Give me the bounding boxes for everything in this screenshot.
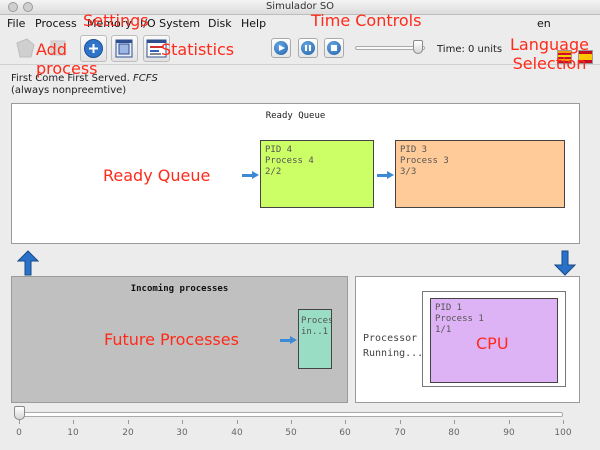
- incoming-process-card[interactable]: Process 1 in..1: [298, 309, 332, 369]
- menu-io-system[interactable]: I/O System: [140, 17, 200, 30]
- card-pid: PID 1: [435, 303, 463, 313]
- settings-icon: [16, 38, 35, 58]
- pause-button[interactable]: [298, 38, 318, 58]
- ready-queue-title: Ready Queue: [265, 111, 326, 121]
- card-progress: 3/3: [400, 167, 417, 177]
- timeline-tick-label: 10: [67, 428, 79, 438]
- play-button[interactable]: [271, 38, 291, 58]
- annotation-future-processes: Future Processes: [104, 330, 239, 349]
- timeline-slider-track[interactable]: [19, 412, 563, 417]
- timeline-tick: [73, 420, 74, 424]
- play-icon: [274, 41, 288, 55]
- memory-button[interactable]: [111, 35, 138, 62]
- processor-status: Running...: [363, 348, 424, 359]
- annotation-language-line2: Selection: [512, 54, 587, 73]
- arrow-right-icon: [280, 336, 298, 344]
- annotation-add-process-line2: process: [36, 59, 98, 78]
- annotation-ready-queue: Ready Queue: [103, 166, 211, 185]
- timeline-tick-label: 70: [394, 428, 406, 438]
- timeline-tick: [182, 420, 183, 424]
- annotation-cpu: CPU: [476, 334, 509, 353]
- timeline-tick-label: 80: [448, 428, 460, 438]
- annotation-add-process-line1: Add: [36, 40, 67, 59]
- timeline-tick: [345, 420, 346, 424]
- simulator-window: Simulador SO File Process Memory I/O Sys…: [0, 0, 600, 450]
- annotation-settings: Settings: [83, 11, 149, 30]
- stop-icon: [327, 41, 341, 55]
- card-name: Process 4: [265, 156, 314, 166]
- timeline-tick-label: 40: [231, 428, 243, 438]
- card-progress: 2/2: [265, 167, 282, 177]
- arrow-right-icon: [377, 171, 395, 179]
- algorithm-abbr: FCFS: [133, 73, 158, 84]
- pause-icon: [301, 41, 315, 55]
- card-pid: PID 4: [265, 145, 293, 155]
- timeline-tick: [291, 420, 292, 424]
- speed-slider-thumb[interactable]: [413, 40, 423, 54]
- annotation-add-process: Add process: [36, 40, 97, 78]
- ready-process-card[interactable]: PID 4 Process 4 2/2: [260, 140, 374, 208]
- annotation-language-selection: Language Selection: [510, 35, 589, 73]
- timeline-tick-label: 50: [285, 428, 297, 438]
- timeline-tick: [128, 420, 129, 424]
- timeline-tick: [400, 420, 401, 424]
- settings-button[interactable]: [12, 35, 39, 62]
- timeline-tick-label: 90: [503, 428, 515, 438]
- timeline-slider-thumb[interactable]: [14, 406, 25, 420]
- language-code: en: [537, 17, 551, 30]
- card-name: Process 3: [400, 156, 449, 166]
- processor-label: Processor Running...: [363, 331, 423, 361]
- card-name: Process 1: [301, 316, 331, 326]
- menu-disk[interactable]: Disk: [208, 17, 232, 30]
- menu-help[interactable]: Help: [241, 17, 266, 30]
- timeline-tick: [19, 420, 20, 424]
- processor-label-line1: Processor: [363, 333, 418, 344]
- timeline-tick-label: 100: [554, 428, 572, 438]
- annotation-language-line1: Language: [510, 35, 589, 54]
- algorithm-note: (always nonpreemtive): [11, 85, 127, 96]
- timeline-tick-label: 60: [339, 428, 351, 438]
- menu-file[interactable]: File: [7, 17, 25, 30]
- arrow-right-icon: [242, 171, 260, 179]
- window-icon: [115, 39, 133, 58]
- ready-process-card[interactable]: PID 3 Process 3 3/3: [395, 140, 565, 208]
- arrow-down-icon: [554, 250, 576, 276]
- card-arrival: in..1: [301, 327, 329, 337]
- annotation-time-controls: Time Controls: [311, 11, 422, 30]
- card-pid: PID 3: [400, 145, 428, 155]
- timeline-tick-label: 0: [16, 428, 22, 438]
- card-name: Process 1: [435, 314, 484, 324]
- timeline-tick: [509, 420, 510, 424]
- annotation-statistics: Statistics: [161, 40, 235, 59]
- stop-button[interactable]: [324, 38, 344, 58]
- time-label: Time: 0 units: [437, 44, 503, 55]
- arrow-up-icon: [17, 250, 39, 276]
- incoming-title: Incoming processes: [130, 284, 229, 294]
- timeline-tick: [237, 420, 238, 424]
- timeline-tick-label: 30: [176, 428, 188, 438]
- timeline-tick: [454, 420, 455, 424]
- timeline-tick-label: 20: [122, 428, 134, 438]
- menu-process[interactable]: Process: [35, 17, 77, 30]
- timeline-tick: [563, 420, 564, 424]
